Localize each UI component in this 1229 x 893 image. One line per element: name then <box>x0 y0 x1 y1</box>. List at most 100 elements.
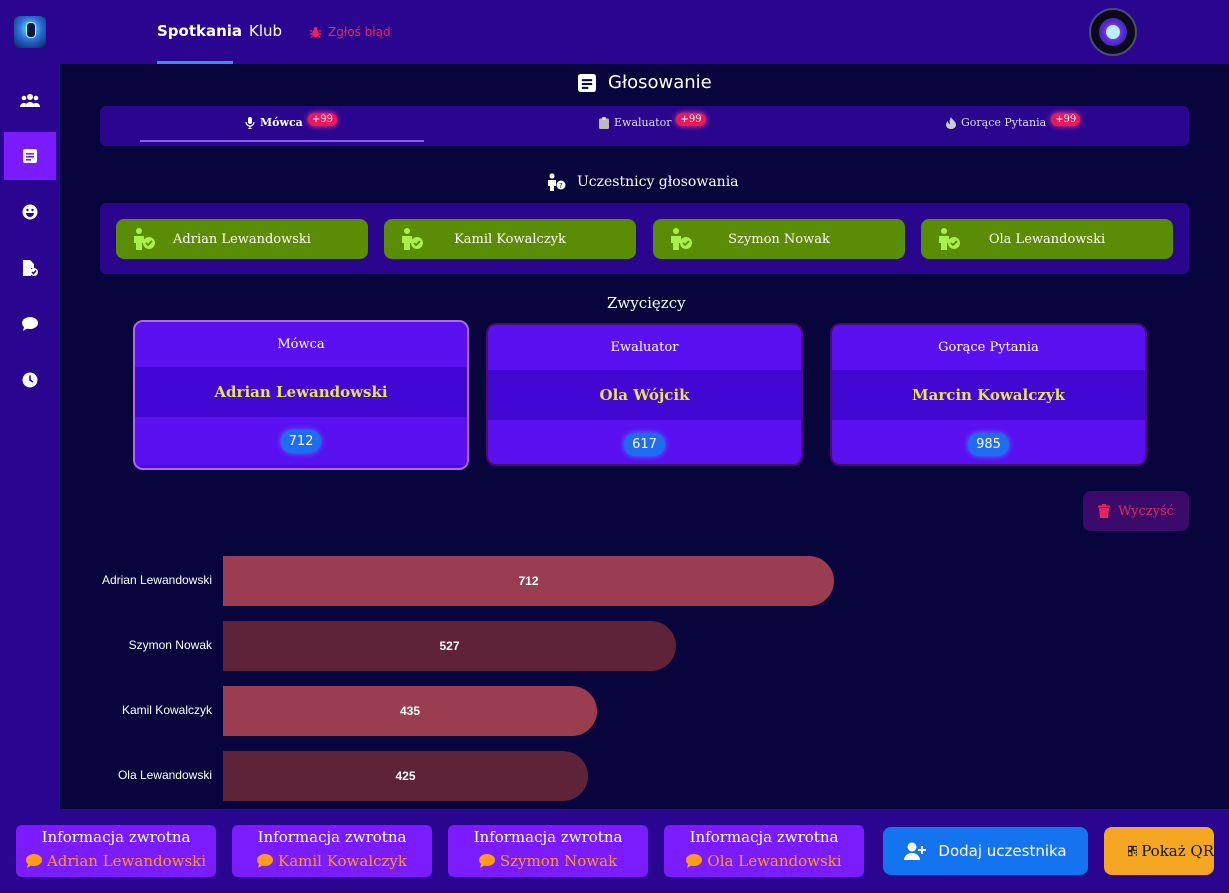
fire-icon <box>946 116 956 129</box>
bug-report-label: Zgłoś błąd <box>328 25 391 39</box>
winner-role: Gorące Pytania <box>832 325 1145 370</box>
participant-button[interactable]: Ola Lewandowski <box>921 219 1173 259</box>
bar: 527 <box>223 621 676 671</box>
count-badge: +99 <box>307 113 337 126</box>
file-check-icon <box>23 260 38 276</box>
bar: 712 <box>223 556 834 606</box>
sidebar-item-users[interactable] <box>4 76 56 124</box>
winners-heading: Zwycięzcy <box>607 294 686 312</box>
tab-active-underline <box>140 140 424 142</box>
clear-label: Wyczyść <box>1118 503 1174 519</box>
add-participant-label: Dodaj uczestnika <box>938 842 1067 860</box>
winner-score-row: 985 <box>832 420 1145 464</box>
winner-name: Ola Wójcik <box>488 370 801 420</box>
bar-category-label: Kamil Kowalczyk <box>121 703 212 717</box>
participant-button[interactable]: Kamil Kowalczyk <box>384 219 636 259</box>
feedback-button[interactable]: Informacja zwrotna Adrian Lewandowski <box>16 825 216 877</box>
feedback-name: Adrian Lewandowski <box>46 852 207 870</box>
winner-card-ewaluator[interactable]: Ewaluator Ola Wójcik 617 <box>486 323 803 466</box>
bar-value-label: 435 <box>399 704 421 718</box>
feedback-title: Informacja zwrotna <box>257 828 407 846</box>
tab-gorace-pytania[interactable]: Gorące Pytania +99 <box>946 113 1081 129</box>
bar-category-label: Ola Lewandowski <box>117 768 212 782</box>
count-badge: +99 <box>1051 113 1081 126</box>
bar: 425 <box>223 751 588 801</box>
app-logo[interactable] <box>14 16 46 48</box>
person-check-icon <box>134 228 155 250</box>
feedback-name-row: Ola Lewandowski <box>664 852 864 870</box>
show-qr-label: Pokaż QR <box>1141 842 1214 860</box>
winner-score-row: 617 <box>488 420 801 464</box>
chat-icon <box>686 854 703 868</box>
person-question-icon: ? <box>548 173 566 191</box>
sidebar-item-chat[interactable] <box>4 300 56 348</box>
participants-panel: Adrian Lewandowski Kamil Kowalczyk Szymo… <box>100 203 1189 274</box>
trash-icon <box>1098 504 1111 518</box>
feedback-button[interactable]: Informacja zwrotna Kamil Kowalczyk <box>232 825 432 877</box>
winner-score: 617 <box>624 432 665 456</box>
bug-icon <box>309 26 322 38</box>
sidebar-item-voting[interactable] <box>4 132 56 180</box>
person-check-icon <box>939 228 960 250</box>
sidebar-item-smile[interactable] <box>4 188 56 236</box>
winners-title: Zwycięzcy <box>607 294 686 312</box>
bar-value-label: 527 <box>439 639 460 653</box>
tab-ewaluator[interactable]: Ewaluator +99 <box>599 113 706 129</box>
users-icon <box>20 94 40 107</box>
clear-button[interactable]: Wyczyść <box>1083 491 1189 531</box>
chat-icon <box>256 854 273 868</box>
winner-name: Adrian Lewandowski <box>135 367 467 417</box>
tab-label: Ewaluator <box>614 116 672 129</box>
page-title-text: Głosowanie <box>608 72 712 93</box>
feedback-name: Kamil Kowalczyk <box>277 852 408 870</box>
tab-label: Gorące Pytania <box>961 116 1047 129</box>
notes-icon <box>578 73 596 92</box>
qr-code-icon <box>1128 845 1138 857</box>
show-qr-button[interactable]: Pokaż QR <box>1104 827 1214 875</box>
winner-name: Marcin Kowalczyk <box>832 370 1145 420</box>
svg-text:?: ? <box>559 182 563 190</box>
notes-icon <box>23 149 37 163</box>
smile-icon <box>22 204 38 220</box>
feedback-name-row: Szymon Nowak <box>448 852 648 870</box>
chat-icon <box>22 317 38 331</box>
winner-score: 985 <box>968 432 1009 456</box>
feedback-button[interactable]: Informacja zwrotna Ola Lewandowski <box>664 825 864 877</box>
nav-tab-spotkania[interactable]: Spotkania <box>157 22 242 40</box>
person-check-icon <box>671 228 692 250</box>
clock-icon <box>22 372 38 388</box>
tab-mowca[interactable]: Mówca +99 <box>245 113 337 129</box>
nav-tab-klub[interactable]: Klub <box>249 22 282 40</box>
feedback-name-row: Adrian Lewandowski <box>16 852 216 870</box>
feedback-title: Informacja zwrotna <box>41 828 191 846</box>
participants-heading: ? Uczestnicy głosowania <box>545 173 739 191</box>
winner-card-mowca[interactable]: Mówca Adrian Lewandowski 712 <box>133 320 469 470</box>
bug-report-link[interactable]: Zgłoś błąd <box>309 25 391 39</box>
add-user-icon <box>904 842 927 860</box>
clipboard-icon <box>599 116 609 129</box>
feedback-title: Informacja zwrotna <box>473 828 623 846</box>
feedback-button[interactable]: Informacja zwrotna Szymon Nowak <box>448 825 648 877</box>
bar-value-label: 712 <box>518 574 539 588</box>
winner-role: Ewaluator <box>488 325 801 370</box>
feedback-name: Szymon Nowak <box>499 852 618 870</box>
bar-category-label: Adrian Lewandowski <box>101 573 212 587</box>
winner-score: 712 <box>280 429 322 453</box>
participant-button[interactable]: Adrian Lewandowski <box>116 219 368 259</box>
participant-button[interactable]: Szymon Nowak <box>653 219 905 259</box>
tab-label: Mówca <box>260 116 303 129</box>
sidebar <box>0 64 60 809</box>
winner-card-gorace-pytania[interactable]: Gorące Pytania Marcin Kowalczyk 985 <box>830 323 1147 466</box>
add-participant-button[interactable]: Dodaj uczestnika <box>883 827 1088 875</box>
microphone-icon <box>245 116 255 129</box>
top-bar: Spotkania Klub Zgłoś błąd <box>0 0 1229 64</box>
feedback-name-row: Kamil Kowalczyk <box>232 852 432 870</box>
winner-role: Mówca <box>135 322 467 367</box>
winner-score-row: 712 <box>135 417 467 465</box>
sidebar-item-file-check[interactable] <box>4 244 56 292</box>
sidebar-item-clock[interactable] <box>4 356 56 404</box>
count-badge: +99 <box>676 113 706 126</box>
chat-icon <box>25 854 42 868</box>
bar: 435 <box>223 686 597 736</box>
user-avatar[interactable] <box>1089 8 1137 56</box>
